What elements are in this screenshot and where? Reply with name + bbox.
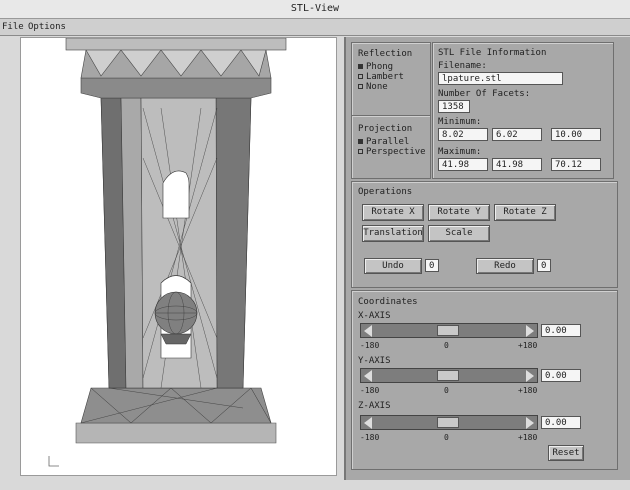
max-y-field[interactable]: 41.98 [492,158,542,171]
y-axis-slider-thumb[interactable] [437,370,459,381]
radio-perspective[interactable]: Perspective [358,147,426,157]
x-axis-max: +180 [518,341,538,350]
menu-bar: File Options [0,19,630,36]
y-axis-value[interactable]: 0.00 [541,369,581,382]
control-panel: Reflection Phong Lambert None Projection… [344,37,630,480]
radio-selected-icon [358,139,363,144]
redo-button[interactable]: Redo [476,258,534,274]
title-bar: STL-View [0,0,630,19]
radio-icon [358,84,363,89]
radio-parallel-label: Parallel [366,137,410,147]
operations-group: Operations Rotate X Rotate Y Rotate Z Tr… [351,181,618,288]
x-axis-mid: 0 [444,341,449,350]
min-y-field[interactable]: 6.02 [492,128,542,141]
reset-button[interactable]: Reset [548,445,584,461]
x-axis-slider-thumb[interactable] [437,325,459,336]
y-axis-label: Y-AXIS [358,356,391,366]
radio-none-label: None [366,82,388,92]
z-axis-value[interactable]: 0.00 [541,416,581,429]
rotate-y-button[interactable]: Rotate Y [428,204,490,221]
max-x-field[interactable]: 41.98 [438,158,488,171]
arrow-left-icon[interactable] [364,370,372,382]
undo-button[interactable]: Undo [364,258,422,274]
undo-count-field: 0 [425,259,439,272]
filename-field[interactable]: lpature.stl [438,72,563,85]
redo-count-field: 0 [537,259,551,272]
min-z-field[interactable]: 10.00 [551,128,601,141]
facets-label: Number Of Facets: [438,89,531,99]
minimum-label: Minimum: [438,117,482,127]
axis-gizmo-icon [48,456,59,467]
z-axis-max: +180 [518,433,538,442]
radio-selected-icon [358,64,363,69]
arrow-right-icon[interactable] [526,417,534,429]
facets-field[interactable]: 1358 [438,100,470,113]
reflection-title: Reflection [358,49,413,59]
arrow-left-icon[interactable] [364,325,372,337]
arrow-right-icon[interactable] [526,325,534,337]
stl-info-group: STL File Information Filename: lpature.s… [432,42,614,179]
filename-label: Filename: [438,61,487,71]
radio-parallel[interactable]: Parallel [358,137,409,147]
z-axis-min: -180 [360,433,380,442]
rotate-z-button[interactable]: Rotate Z [494,204,556,221]
radio-lambert[interactable]: Lambert [358,72,404,82]
arrow-left-icon[interactable] [364,417,372,429]
x-axis-value[interactable]: 0.00 [541,324,581,337]
radio-none[interactable]: None [358,82,388,92]
translation-button[interactable]: Translation [362,225,424,242]
y-axis-slider[interactable] [360,368,538,383]
y-axis-mid: 0 [444,386,449,395]
maximum-label: Maximum: [438,147,482,157]
z-axis-slider-thumb[interactable] [437,417,459,428]
stl-model-render [48,38,287,467]
y-axis-max: +180 [518,386,538,395]
z-axis-mid: 0 [444,433,449,442]
render-viewport[interactable] [20,37,337,476]
radio-icon [358,149,363,154]
stl-info-title: STL File Information [438,48,547,58]
operations-title: Operations [358,187,413,197]
projection-group: Projection Parallel Perspective [351,115,431,179]
z-axis-label: Z-AXIS [358,401,391,411]
coordinates-title: Coordinates [358,297,418,307]
scale-button[interactable]: Scale [428,225,490,242]
x-axis-min: -180 [360,341,380,350]
x-axis-slider[interactable] [360,323,538,338]
radio-icon [358,74,363,79]
radio-lambert-label: Lambert [366,72,404,82]
coordinates-group: Coordinates X-AXIS 0.00 -180 0 +180 Y-AX… [351,290,618,470]
x-axis-label: X-AXIS [358,311,391,321]
rotate-x-button[interactable]: Rotate X [362,204,424,221]
y-axis-min: -180 [360,386,380,395]
min-x-field[interactable]: 8.02 [438,128,488,141]
menu-options[interactable]: Options [28,22,66,32]
projection-title: Projection [358,124,413,134]
radio-phong-label: Phong [366,62,394,72]
menu-file[interactable]: File [2,22,24,32]
radio-perspective-label: Perspective [366,147,426,157]
max-z-field[interactable]: 70.12 [551,158,601,171]
reflection-group: Reflection Phong Lambert None [351,42,431,116]
arrow-right-icon[interactable] [526,370,534,382]
z-axis-slider[interactable] [360,415,538,430]
radio-phong[interactable]: Phong [358,62,393,72]
window-title: STL-View [290,3,340,14]
